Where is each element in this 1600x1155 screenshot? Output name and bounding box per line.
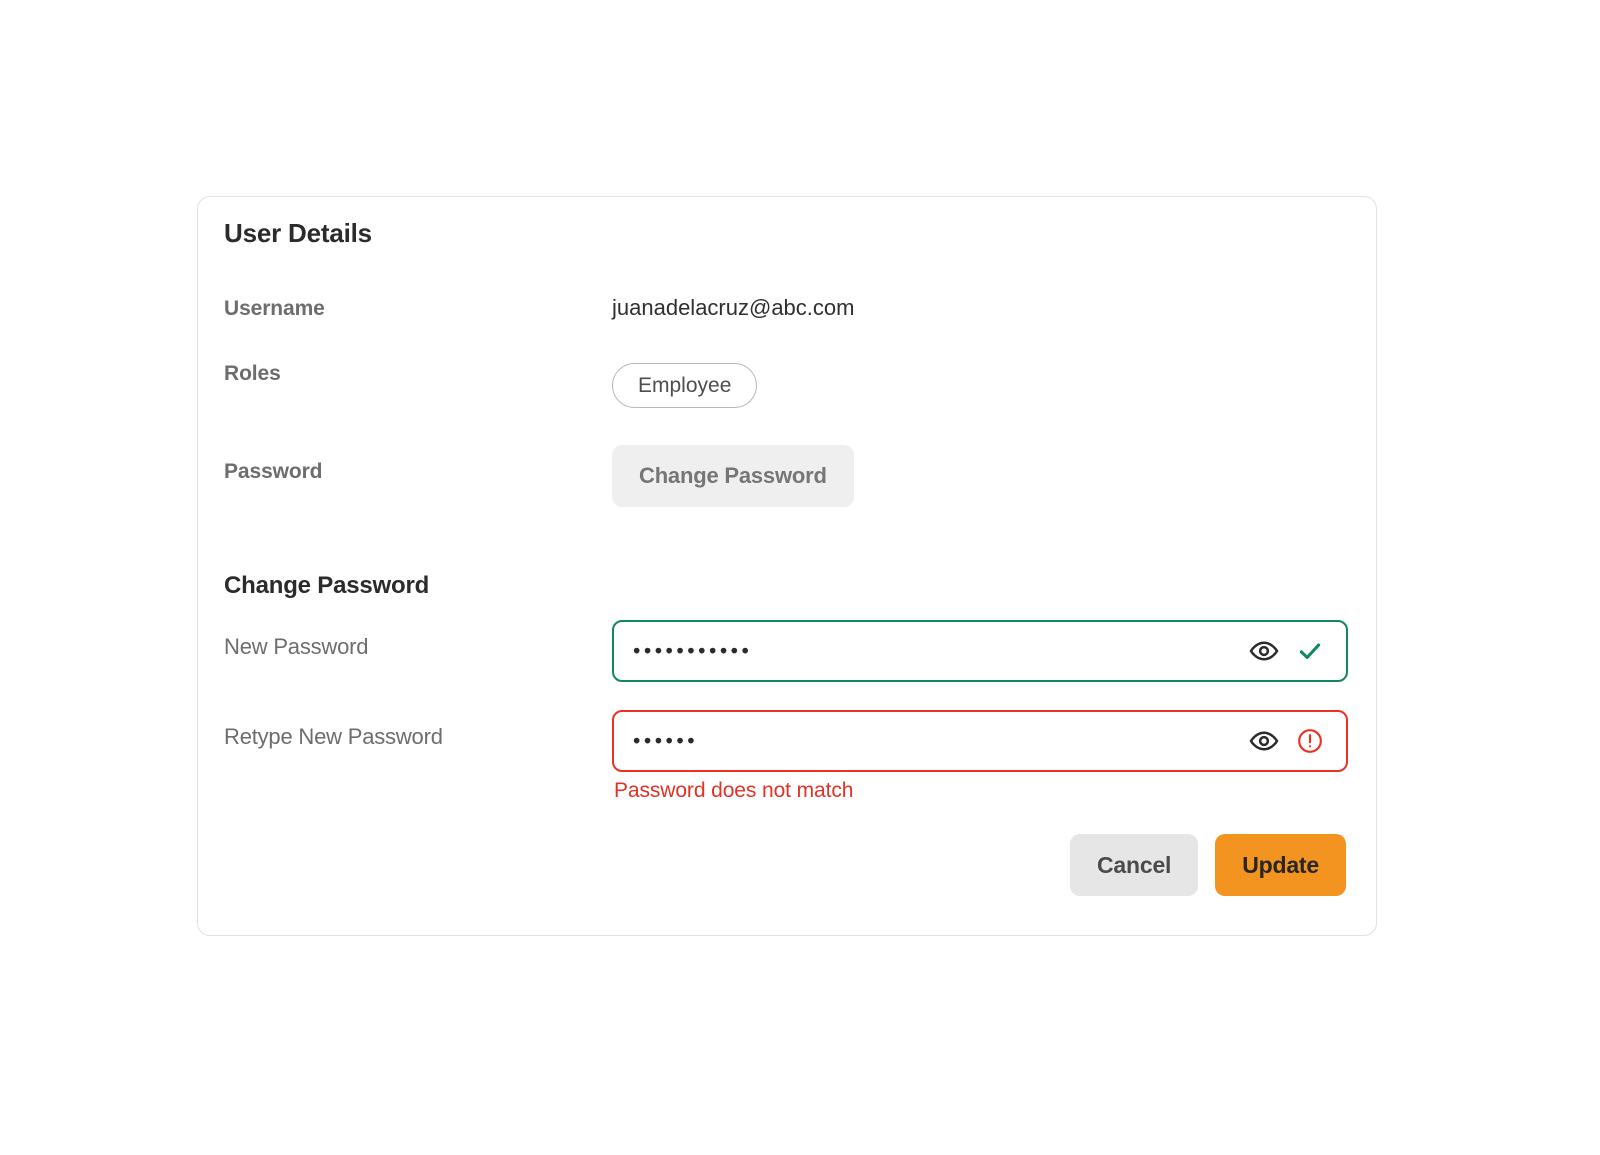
new-password-label: New Password xyxy=(224,634,369,659)
screen-root: User Details Username juanadelacruz@abc.… xyxy=(0,0,1600,1155)
error-circle-icon xyxy=(1296,727,1324,755)
new-password-field[interactable]: ••••••••••• xyxy=(612,620,1348,682)
form-actions: Cancel Update xyxy=(1070,834,1346,896)
retype-password-input[interactable]: •••••• xyxy=(633,731,698,752)
username-value: juanadelacruz@abc.com xyxy=(612,295,855,320)
update-button[interactable]: Update xyxy=(1215,834,1346,896)
cancel-button[interactable]: Cancel xyxy=(1070,834,1199,896)
password-label: Password xyxy=(224,460,323,483)
page-title: User Details xyxy=(224,218,372,248)
roles-label: Roles xyxy=(224,362,281,385)
username-label: Username xyxy=(224,297,325,320)
user-details-card: User Details Username juanadelacruz@abc.… xyxy=(197,196,1377,936)
eye-icon[interactable] xyxy=(1248,725,1280,757)
password-mismatch-error: Password does not match xyxy=(614,779,854,802)
change-password-button[interactable]: Change Password xyxy=(612,445,854,507)
new-password-input[interactable]: ••••••••••• xyxy=(633,641,752,662)
retype-password-field[interactable]: •••••• xyxy=(612,710,1348,772)
retype-password-label: Retype New Password xyxy=(224,724,443,749)
eye-icon[interactable] xyxy=(1248,635,1280,667)
role-chip-employee[interactable]: Employee xyxy=(612,363,758,408)
change-password-section-title: Change Password xyxy=(224,572,430,599)
check-icon xyxy=(1296,637,1324,665)
